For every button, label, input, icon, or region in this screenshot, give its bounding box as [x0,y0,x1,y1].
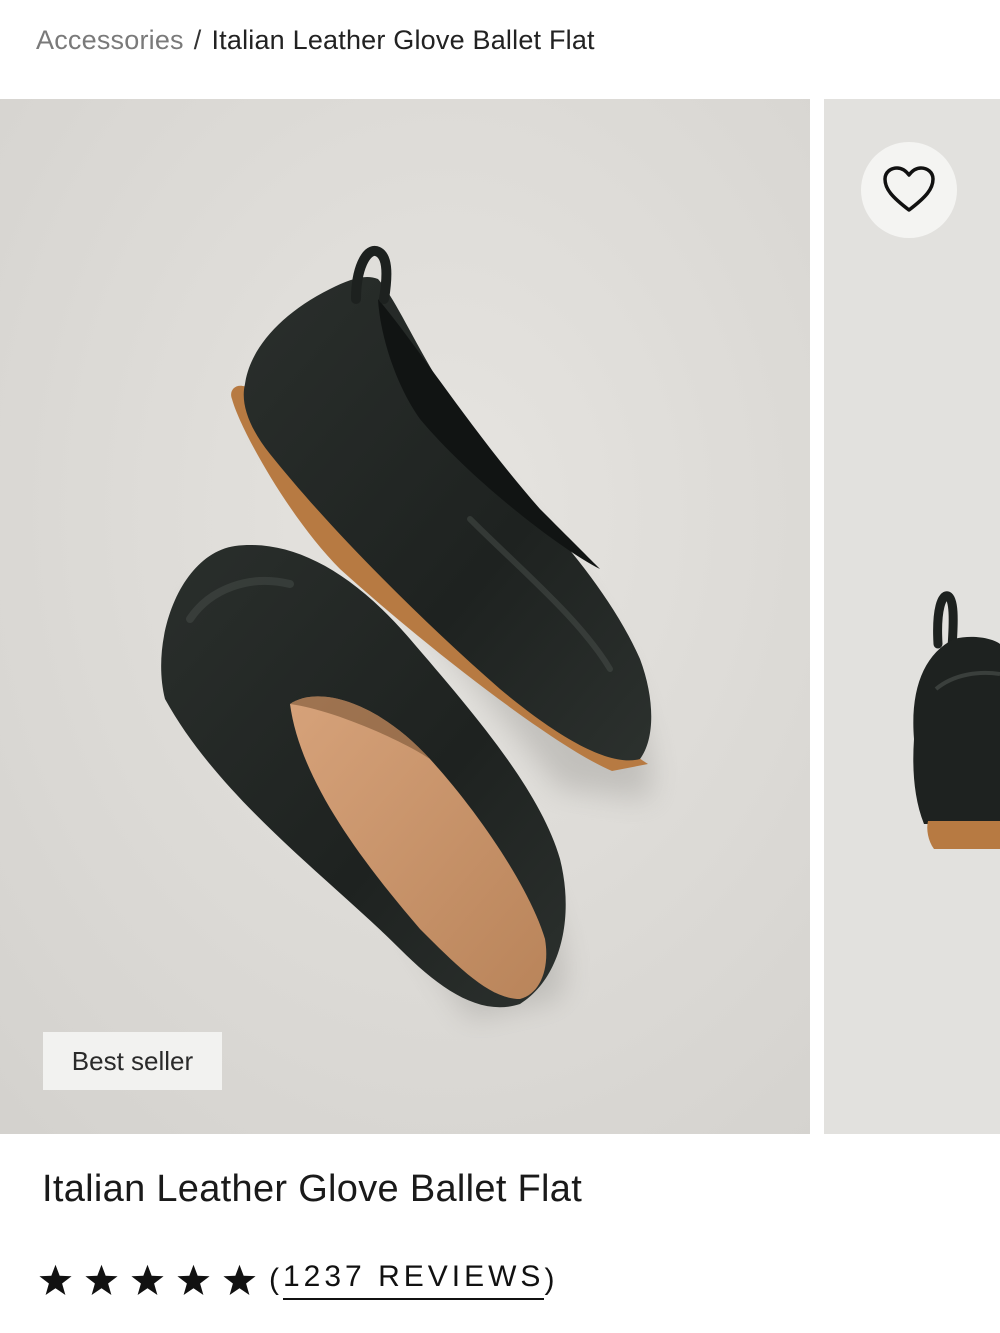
star-icon [85,1264,118,1295]
product-image-next[interactable] [824,99,1000,1134]
best-seller-badge: Best seller [43,1032,222,1090]
rating-row: ( 1237 REVIEWS ) [38,1258,558,1302]
star-icon [131,1264,164,1295]
breadcrumb-separator: / [193,24,202,55]
ballet-flat-side-photo [824,99,1000,1134]
star-icon [177,1264,210,1295]
star-icon [223,1264,256,1295]
star-icon [39,1264,72,1295]
breadcrumb-current: Italian Leather Glove Ballet Flat [211,24,595,55]
ballet-flats-photo [0,99,810,1134]
product-page: Accessories / Italian Leather Glove Ball… [0,0,1000,1333]
reviews-paren-close: ) [544,1263,559,1296]
star-rating [38,1264,257,1297]
product-image-gallery[interactable]: Best seller [0,99,1000,1134]
reviews-paren-open: ( [269,1263,283,1296]
product-title: Italian Leather Glove Ballet Flat [42,1168,583,1210]
reviews-link[interactable]: ( 1237 REVIEWS ) [269,1260,558,1300]
breadcrumb: Accessories / Italian Leather Glove Ball… [36,22,595,58]
product-image-main[interactable]: Best seller [0,99,810,1134]
reviews-count: 1237 REVIEWS [283,1260,545,1300]
breadcrumb-link-accessories[interactable]: Accessories [36,25,184,56]
favorite-button[interactable] [861,142,957,238]
heart-outline-icon [883,166,935,212]
